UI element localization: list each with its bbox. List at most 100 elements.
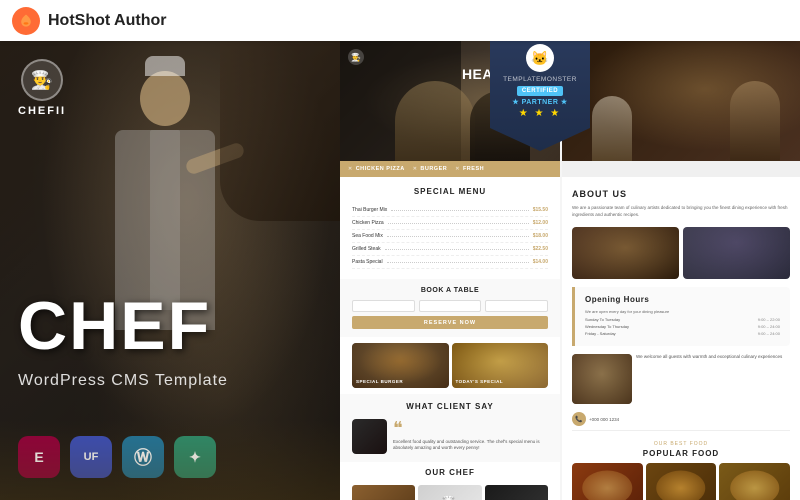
special-menu-title: SPECIAL MENU xyxy=(352,187,548,196)
hours-intro: We are open every day for your dining pl… xyxy=(585,309,780,315)
book-title: BOOK A TABLE xyxy=(352,287,548,294)
menu-item-5: Pasta Special $14.00 xyxy=(352,256,548,269)
food-circle-2 xyxy=(656,471,705,500)
menu-price-1: $15.50 xyxy=(533,207,548,213)
topbar: HotShot Author xyxy=(0,0,800,41)
menu-item-3: Sea Food Mix $18.00 xyxy=(352,230,548,243)
tm-certified: CERTIFIED xyxy=(517,86,563,96)
popular-images xyxy=(572,463,790,500)
food-circle-1 xyxy=(583,471,632,500)
chef-card-overlay-1 xyxy=(352,485,415,500)
kitchen-bg-element xyxy=(220,41,340,221)
tm-brand-text: TemplateMonster xyxy=(503,76,577,84)
testimonial-title: WHAT CLIENT SAY xyxy=(352,402,548,411)
hours-side-text: We welcome all guests with warmth and ex… xyxy=(636,354,790,361)
booking-time-field[interactable] xyxy=(485,300,548,312)
hours-title: Opening Hours xyxy=(585,295,780,304)
menu-price-4: $22.50 xyxy=(533,246,548,252)
menu-price-3: $18.00 xyxy=(533,233,548,239)
chef-card-1 xyxy=(352,485,415,500)
about-title: ABOUT US xyxy=(572,189,790,199)
chef-hat-icon: 👨‍🍳 xyxy=(21,59,63,101)
chef-card-3 xyxy=(485,485,548,500)
ticker-x-2: ✕ xyxy=(413,166,418,172)
menu-item-name-3: Sea Food Mix xyxy=(352,233,383,239)
templatemonster-badge: 🐱 TemplateMonster CERTIFIED ★ PARTNER ★ … xyxy=(490,41,590,151)
popular-img-1 xyxy=(572,463,643,500)
our-chef-section: OUR CHEF 👨‍🍳 xyxy=(340,462,560,500)
hours-row-2: Wednesday To Thursday 9:00 – 24:00 xyxy=(585,324,780,329)
chef-family-area: We welcome all guests with warmth and ex… xyxy=(572,354,790,404)
special-cards-row: SPECIAL BURGER TODAY'S SPECIAL xyxy=(340,337,560,394)
menu-item-name-1: Thai Burger Mix xyxy=(352,207,387,213)
food-circle-3 xyxy=(730,471,779,500)
menu-item-1: Thai Burger Mix $15.50 xyxy=(352,204,548,217)
about-img-2 xyxy=(683,227,790,279)
hours-row-1: Sunday To Tuesday 9:00 – 22:00 xyxy=(585,317,780,322)
chef-family-img xyxy=(572,354,632,404)
menu-item-name-4: Grilled Steak xyxy=(352,246,381,252)
food-overlay xyxy=(0,420,340,500)
ticker-x-3: ✕ xyxy=(455,166,460,172)
tm-stars: ★ ★ ★ xyxy=(519,108,561,119)
phone-number: +000 000 1234 xyxy=(589,417,619,422)
popular-food-section: OUR BEST FOOD POPULAR FOOD xyxy=(562,435,800,500)
chef-logo: 👨‍🍳 CHEFII xyxy=(18,59,66,117)
menu-price-5: $14.00 xyxy=(533,259,548,265)
menu-item-2: Chicken Pizza $12.00 xyxy=(352,217,548,230)
main-content: 👨‍🍳 CHEFII CHEF WordPress CMS Template E… xyxy=(0,41,800,500)
menu-dots-2 xyxy=(388,223,529,224)
special-burger-card: SPECIAL BURGER xyxy=(352,343,449,388)
chefii-label: CHEFII xyxy=(18,105,66,117)
popular-title: POPULAR FOOD xyxy=(572,449,790,458)
menu-price-2: $12.00 xyxy=(533,220,548,226)
hero-chef-figure xyxy=(395,81,475,161)
menu-item-name-2: Chicken Pizza xyxy=(352,220,384,226)
testimonial-section: WHAT CLIENT SAY ❝ Excellent food quality… xyxy=(340,394,560,462)
phone-icon: 📞 xyxy=(572,412,586,426)
hours-day-1: Sunday To Tuesday xyxy=(585,317,620,322)
about-images xyxy=(572,227,790,279)
cooking-figure-2 xyxy=(592,96,632,161)
quote-mark: ❝ xyxy=(393,419,548,437)
menu-dots-5 xyxy=(387,262,529,263)
about-us-section: ABOUT US We are a passionate team of cul… xyxy=(562,177,800,287)
our-chef-title: OUR CHEF xyxy=(352,468,548,477)
testimonial-content: ❝ Excellent food quality and outstanding… xyxy=(352,419,548,454)
hours-side-info: We welcome all guests with warmth and ex… xyxy=(636,354,790,404)
right-panel: 🐱 TemplateMonster CERTIFIED ★ PARTNER ★ … xyxy=(340,41,800,500)
brand-name: HotShot Author xyxy=(48,12,166,30)
tm-badge-shape: 🐱 TemplateMonster CERTIFIED ★ PARTNER ★ … xyxy=(490,41,590,151)
phone-row: 📞 +000 000 1234 xyxy=(572,412,790,426)
template-preview-right: ABOUT US We are a passionate team of cul… xyxy=(562,41,800,500)
tm-cat-icon: 🐱 xyxy=(526,44,554,72)
menu-dots-1 xyxy=(391,210,528,211)
reserve-button[interactable]: RESERVE NOW xyxy=(352,316,548,329)
hours-time-2: 9:00 – 24:00 xyxy=(758,324,780,329)
chef-subtitle: WordPress CMS Template xyxy=(18,372,228,390)
hours-day-2: Wednesday To Thursday xyxy=(585,324,629,329)
today-special-label: TODAY'S SPECIAL xyxy=(456,379,504,384)
menu-ticker: ✕ CHICKEN PIZZA ✕ BURGER ✕ FRESH xyxy=(340,161,560,177)
cooking-figure xyxy=(730,81,780,161)
template-logo: 👨‍🍳 xyxy=(348,49,364,65)
booking-name-field[interactable] xyxy=(352,300,415,312)
menu-dots-4 xyxy=(385,249,529,250)
hours-day-3: Friday - Saturday xyxy=(585,331,616,336)
tm-partner: ★ PARTNER ★ xyxy=(512,98,567,106)
brand-logo-icon xyxy=(12,7,40,35)
about-img-1 xyxy=(572,227,679,279)
left-panel: 👨‍🍳 CHEFII CHEF WordPress CMS Template E… xyxy=(0,41,340,500)
hours-row-3: Friday - Saturday 9:00 – 24:00 xyxy=(585,331,780,336)
booking-date-field[interactable] xyxy=(419,300,482,312)
menu-items-list: Thai Burger Mix $15.50 Chicken Pizza $12… xyxy=(352,204,548,269)
testimonial-body: Excellent food quality and outstanding s… xyxy=(393,439,548,452)
special-menu-section: SPECIAL MENU Thai Burger Mix $15.50 Chic… xyxy=(340,177,560,279)
about-text: We are a passionate team of culinary art… xyxy=(572,205,790,219)
booking-fields xyxy=(352,300,548,312)
menu-dots-3 xyxy=(387,236,529,237)
popular-img-3 xyxy=(719,463,790,500)
opening-hours-section: Opening Hours We are open every day for … xyxy=(572,287,790,347)
chef-cards: 👨‍🍳 xyxy=(352,485,548,500)
today-special-card: TODAY'S SPECIAL xyxy=(452,343,549,388)
